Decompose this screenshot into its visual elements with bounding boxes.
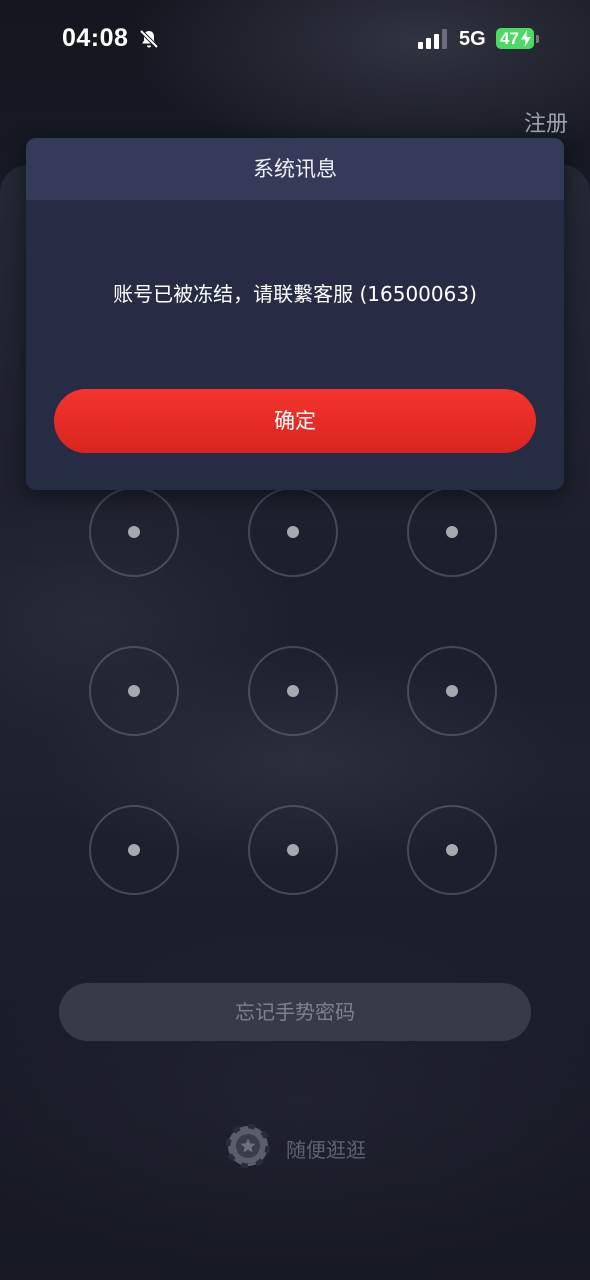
gesture-node[interactable] [89, 487, 179, 577]
battery-cap [536, 35, 539, 43]
browse-link[interactable]: 随便逛逛 [226, 1124, 386, 1168]
forgot-gesture-password-button[interactable]: 忘记手势密码 [59, 983, 531, 1041]
status-time: 04:08 [62, 24, 129, 52]
gesture-node[interactable] [248, 487, 338, 577]
gesture-node[interactable] [407, 805, 497, 895]
poker-chip-icon [226, 1124, 270, 1168]
gesture-node[interactable] [407, 487, 497, 577]
gesture-node[interactable] [89, 646, 179, 736]
bell-slash-icon [139, 29, 159, 49]
gesture-node-dot [128, 844, 140, 856]
status-bar: 04:08 5G 47 [0, 0, 590, 80]
confirm-button[interactable]: 确定 [54, 389, 536, 453]
browse-label: 随便逛逛 [286, 1138, 366, 1162]
network-type: 5G [459, 28, 486, 50]
gesture-node-dot [128, 526, 140, 538]
gesture-node-dot [446, 526, 458, 538]
charging-bolt-icon [521, 30, 531, 47]
dialog-title: 系统讯息 [26, 138, 564, 200]
system-message-dialog: 系统讯息 账号已被冻结，请联繫客服 (16500063) 确定 [26, 138, 564, 490]
gesture-node-dot [446, 844, 458, 856]
gesture-node-dot [287, 844, 299, 856]
gesture-node[interactable] [89, 805, 179, 895]
register-link[interactable]: 注册 [524, 106, 568, 138]
battery-level: 47 [500, 29, 519, 48]
gesture-node-dot [128, 685, 140, 697]
gesture-node[interactable] [248, 805, 338, 895]
gesture-node[interactable] [248, 646, 338, 736]
gesture-node-dot [287, 526, 299, 538]
gesture-node[interactable] [407, 646, 497, 736]
gesture-node-dot [446, 685, 458, 697]
gesture-node-dot [287, 685, 299, 697]
dialog-message: 账号已被冻结，请联繫客服 (16500063) [113, 282, 477, 306]
signal-icon [418, 29, 447, 49]
